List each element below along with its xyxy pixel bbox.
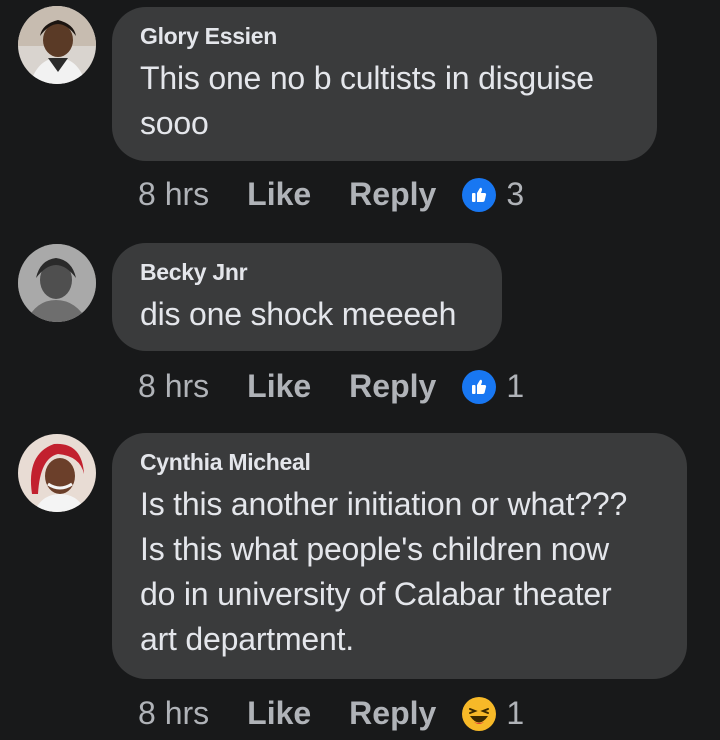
thumbs-up-icon[interactable] bbox=[462, 369, 497, 404]
comment-author[interactable]: Glory Essien bbox=[140, 23, 629, 50]
reaction-count[interactable]: 1 bbox=[506, 368, 524, 405]
laughing-emoji-icon[interactable] bbox=[462, 696, 497, 731]
comment-author[interactable]: Becky Jnr bbox=[140, 259, 474, 286]
comment-bubble: Becky Jnr dis one shock meeeeh bbox=[112, 243, 502, 351]
avatar[interactable] bbox=[18, 434, 96, 512]
reply-button[interactable]: Reply bbox=[349, 695, 436, 732]
comment-timestamp[interactable]: 8 hrs bbox=[138, 176, 209, 213]
reply-button[interactable]: Reply bbox=[349, 368, 436, 405]
comment-text: Is this another initiation or what??? Is… bbox=[140, 486, 628, 657]
avatar[interactable] bbox=[18, 6, 96, 84]
comment-item: Cynthia Micheal Is this another initiati… bbox=[0, 430, 720, 740]
comment-item: Glory Essien This one no b cultists in d… bbox=[0, 0, 720, 230]
comment-actions: 8 hrs Like Reply 1 bbox=[138, 368, 524, 405]
comment-author[interactable]: Cynthia Micheal bbox=[140, 449, 659, 476]
comment-item: Becky Jnr dis one shock meeeeh 8 hrs Lik… bbox=[0, 230, 720, 430]
comment-actions: 8 hrs Like Reply 1 bbox=[138, 695, 524, 732]
reaction-count[interactable]: 3 bbox=[506, 176, 524, 213]
comment-text: This one no b cultists in disguise sooo bbox=[140, 60, 594, 141]
like-button[interactable]: Like bbox=[247, 176, 311, 213]
thumbs-up-icon[interactable] bbox=[462, 177, 497, 212]
like-button[interactable]: Like bbox=[247, 368, 311, 405]
comment-bubble: Cynthia Micheal Is this another initiati… bbox=[112, 433, 687, 679]
comment-timestamp[interactable]: 8 hrs bbox=[138, 695, 209, 732]
avatar[interactable] bbox=[18, 244, 96, 322]
comment-actions: 8 hrs Like Reply 3 bbox=[138, 176, 524, 213]
comment-timestamp[interactable]: 8 hrs bbox=[138, 368, 209, 405]
like-button[interactable]: Like bbox=[247, 695, 311, 732]
comment-text: dis one shock meeeeh bbox=[140, 296, 457, 332]
comment-bubble: Glory Essien This one no b cultists in d… bbox=[112, 7, 657, 161]
reply-button[interactable]: Reply bbox=[349, 176, 436, 213]
reaction-count[interactable]: 1 bbox=[506, 695, 524, 732]
